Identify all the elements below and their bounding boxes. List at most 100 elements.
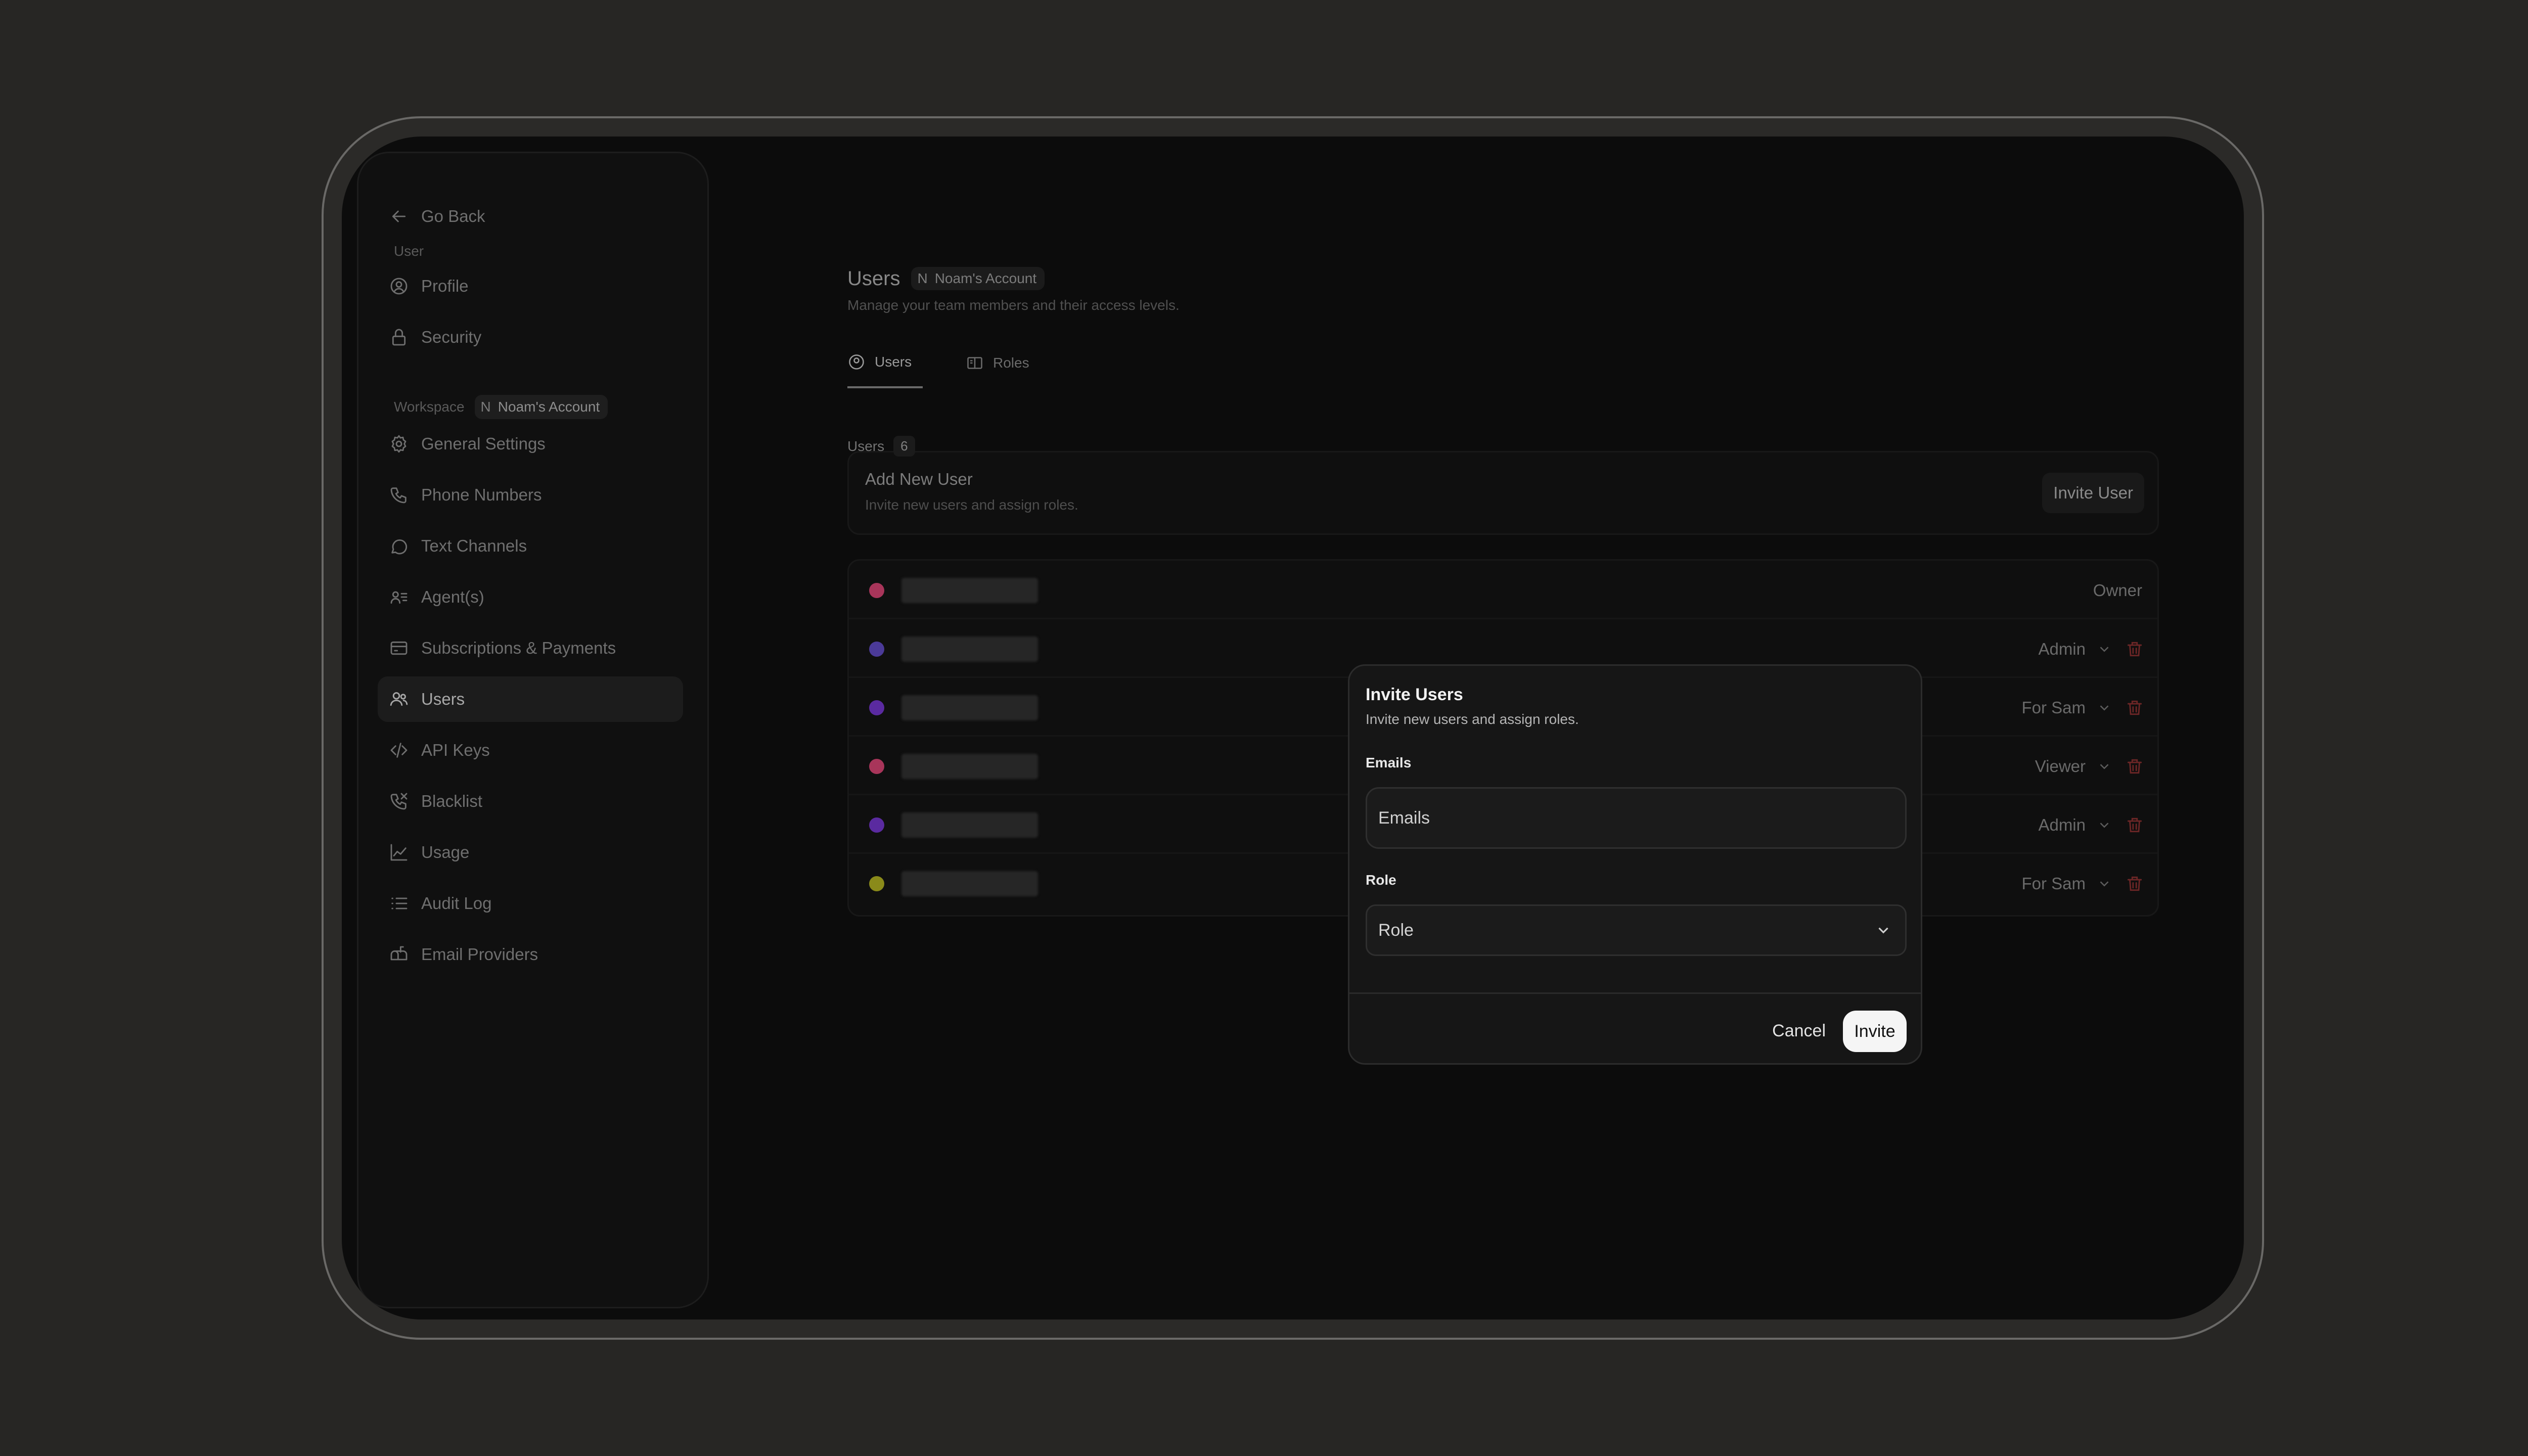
tab-users[interactable]: Users [847,338,923,388]
users-icon [388,688,410,710]
emails-input[interactable] [1366,787,1907,849]
user-circle-icon [388,275,410,297]
workspace-initial: N [480,399,491,415]
sidebar-item-subscriptions[interactable]: Subscriptions & Payments [378,625,683,671]
tab-label: Roles [993,355,1029,371]
user-role-select[interactable]: For Sam [2021,871,2112,896]
phone-icon [388,484,410,506]
trash-icon [2127,817,2142,833]
arrow-left-icon [388,205,410,228]
delete-user-button[interactable] [2125,757,2144,776]
sidebar-item-label: Phone Numbers [421,485,542,504]
sidebar-item-label: General Settings [421,434,546,453]
user-role-select[interactable]: Viewer [2035,754,2112,779]
app-screen: Go Back User Profile Security Workspace … [342,136,2244,1320]
delete-user-button[interactable] [2125,640,2144,659]
delete-user-button[interactable] [2125,815,2144,835]
chat-bubble-icon [388,535,410,557]
sidebar-item-phone-numbers[interactable]: Phone Numbers [378,472,683,518]
role-select[interactable]: Role [1366,904,1907,956]
dialog-title: Invite Users [1366,685,1463,704]
delete-user-button[interactable] [2125,698,2144,717]
sidebar-item-label: Profile [421,277,469,295]
workspace-badge: N Noam's Account [474,395,608,419]
role-select-value: Role [1378,920,1414,940]
sidebar-item-general-settings[interactable]: General Settings [378,421,683,467]
invite-users-dialog: Invite Users Invite new users and assign… [1348,664,1922,1065]
sidebar-item-blacklist[interactable]: Blacklist [378,779,683,824]
user-avatar-dot [869,817,884,833]
page-title: Users [847,267,900,290]
sidebar-item-audit-log[interactable]: Audit Log [378,881,683,926]
chevron-down-icon [2100,705,2109,711]
chevron-down-icon [1878,927,1888,934]
blurred-user-name [901,754,1038,779]
user-role-label: Viewer [2035,757,2086,776]
sidebar-item-label: Audit Log [421,894,492,913]
user-avatar-dot [869,700,884,715]
page-subtitle: Manage your team members and their acces… [847,297,1180,313]
sidebar-item-label: Text Channels [421,536,527,555]
workspace-label: Workspace [394,399,465,415]
account-name: Noam's Account [934,270,1037,286]
sidebar-item-profile[interactable]: Profile [378,263,683,309]
trash-icon [2127,700,2142,715]
user-role-select[interactable]: For Sam [2021,695,2112,720]
chevron-down-icon [2100,764,2109,769]
tab-roles[interactable]: Roles [966,338,1029,388]
mailbox-icon [388,943,410,966]
blurred-user-name [901,812,1038,838]
dialog-subtitle: Invite new users and assign roles. [1366,711,1579,727]
chart-line-icon [388,841,410,863]
add-user-card: Add New User Invite new users and assign… [847,451,2159,535]
users-list-label: Users [847,438,885,454]
chevron-down-icon [2100,881,2109,887]
blurred-user-name [901,578,1038,603]
chevron-down-icon [2100,823,2109,828]
add-user-title: Add New User [865,470,973,488]
sidebar-item-usage[interactable]: Usage [378,830,683,875]
user-role-label: For Sam [2021,874,2086,893]
user-role-label: Admin [2038,815,2086,834]
invite-button[interactable]: Invite [1843,1011,1907,1052]
blurred-user-name [901,636,1038,662]
sidebar-item-label: Agent(s) [421,587,484,606]
sidebar-item-security[interactable]: Security [378,314,683,360]
user-role-select[interactable]: Admin [2038,812,2112,838]
credit-card-icon [388,637,410,659]
go-back-button[interactable]: Go Back [378,194,683,239]
trash-icon [2127,759,2142,774]
user-avatar-dot [869,583,884,598]
gear-icon [388,433,410,455]
sidebar-item-api-keys[interactable]: API Keys [378,727,683,773]
account-initial: N [917,270,928,286]
delete-user-button[interactable] [2125,874,2144,893]
sidebar-item-label: Users [421,690,465,708]
sidebar-item-label: Security [421,328,482,346]
go-back-label: Go Back [421,207,485,225]
workspace-name: Noam's Account [498,399,600,415]
role-label: Role [1366,872,1396,888]
invite-user-button[interactable]: Invite User [2042,473,2144,513]
add-user-subtitle: Invite new users and assign roles. [865,497,1078,513]
sidebar-item-email-providers[interactable]: Email Providers [378,932,683,977]
sidebar-item-text-channels[interactable]: Text Channels [378,523,683,569]
user-section-label: User [394,243,424,259]
dialog-divider [1349,992,1921,994]
trash-icon [2127,876,2142,891]
sidebar-item-agents[interactable]: Agent(s) [378,574,683,620]
phone-blocked-icon [388,790,410,812]
blurred-user-name [901,871,1038,896]
agent-list-icon [388,586,410,608]
sidebar-item-users[interactable]: Users [378,676,683,722]
sidebar: Go Back User Profile Security Workspace … [357,152,709,1308]
sidebar-item-label: Email Providers [421,945,538,964]
user-gear-icon [849,354,864,370]
roles-book-icon [967,357,982,369]
chevron-down-icon [2100,647,2109,652]
user-avatar-dot [869,759,884,774]
cancel-button[interactable]: Cancel [1772,1011,1826,1051]
sidebar-item-label: Usage [421,843,470,861]
user-role-select[interactable]: Admin [2038,636,2112,662]
users-count-badge: 6 [893,436,915,457]
